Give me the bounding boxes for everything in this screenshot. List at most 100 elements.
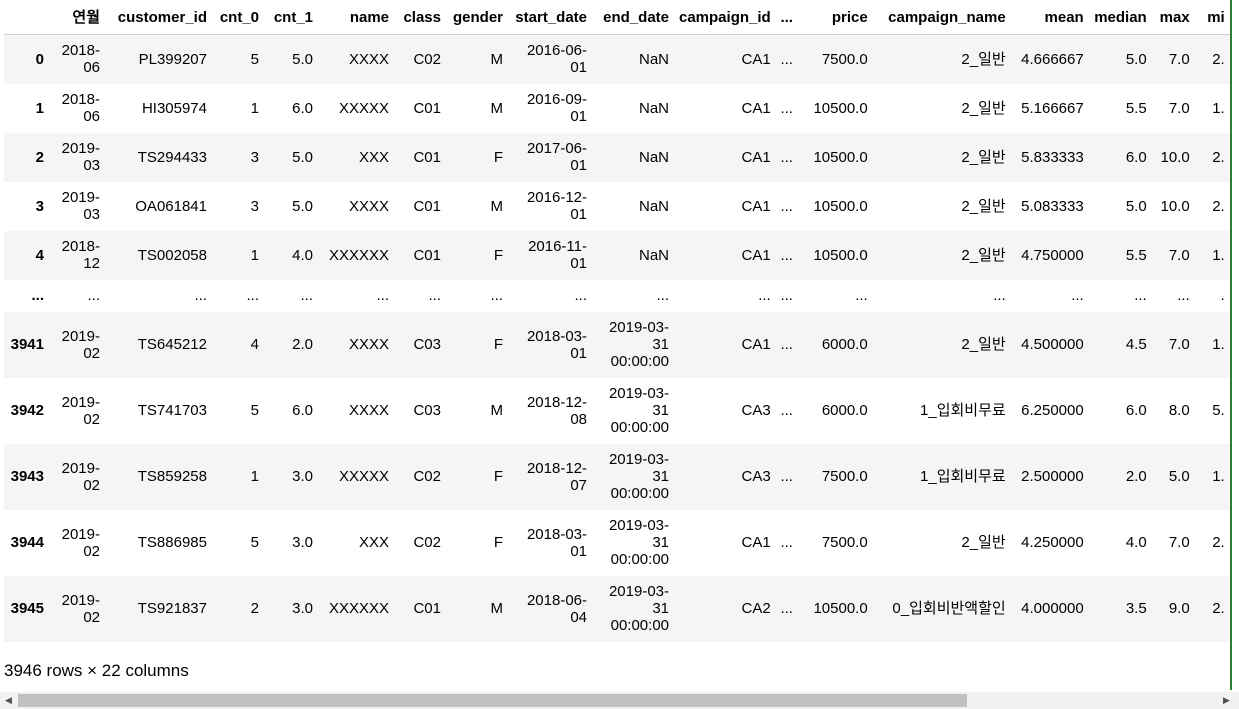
horizontal-scrollbar[interactable]: ◀ ▶ [0, 692, 1239, 709]
table-cell: 7.0 [1168, 336, 1190, 353]
table-cell: ... [656, 287, 669, 304]
table-cell: ... [428, 287, 441, 304]
table-cell: ... [194, 287, 207, 304]
table-cell: 2016-12-01 [526, 189, 587, 223]
table-cell: OA061841 [135, 197, 207, 215]
column-header: class [394, 0, 446, 35]
column-header: name [318, 0, 394, 35]
table-cell: XXXX [348, 197, 389, 215]
table-cell: 0_입회비반액할인 [892, 600, 1006, 617]
table-cell: C03 [413, 402, 441, 419]
row-index: 3942 [10, 402, 44, 419]
row-index: 3945 [10, 600, 44, 617]
table-cell: 3.0 [292, 600, 313, 617]
table-cell: 7500.0 [821, 50, 868, 68]
column-header: median [1088, 0, 1152, 35]
table-cell: NaN [638, 148, 669, 166]
output-divider [1230, 0, 1232, 690]
table-cell: 5.833333 [1021, 148, 1084, 166]
table-cell: 2 [250, 600, 259, 617]
table-row: 1 2018-06 HI305974 1 6.0 XXXXX C01 M 2016-09-01 N… [4, 84, 1230, 133]
table-cell: NaN [638, 197, 669, 215]
table-cell: ... [780, 600, 793, 617]
table-cell: 2_일반 [961, 99, 1006, 117]
table-cell: ... [780, 402, 793, 419]
right-arrow-icon[interactable]: ▶ [1218, 692, 1235, 709]
table-cell: 5.5 [1125, 246, 1147, 264]
table-cell: ... [780, 336, 793, 353]
table-cell: 7.0 [1168, 534, 1190, 551]
table-cell: ... [780, 50, 793, 68]
table-cell: 2018-06-04 [526, 591, 587, 626]
table-cell: 4.666667 [1021, 50, 1084, 68]
table-cell: XXXX [348, 336, 389, 353]
table-cell: 4.5 [1125, 336, 1147, 353]
table-cell: XXXXXX [328, 600, 389, 617]
table-cell: CA1 [741, 50, 771, 68]
table-cell: ... [574, 287, 587, 304]
table-cell: ... [993, 287, 1006, 304]
table-cell: TS921837 [137, 600, 207, 617]
table-cell: CA1 [741, 197, 771, 215]
table-cell: ... [780, 148, 793, 166]
table-cell: TS886985 [137, 534, 207, 551]
table-cell: 2018-12 [61, 238, 100, 272]
table-cell: XXXX [348, 402, 389, 419]
table-cell: 2_일반 [961, 197, 1006, 215]
table-cell: 7.0 [1168, 50, 1190, 68]
table-cell: CA1 [741, 148, 771, 166]
dataframe-shape-summary: 3946 rows × 22 columns [4, 661, 189, 680]
table-cell: C01 [413, 600, 441, 617]
table-cell: 2. [1212, 600, 1225, 617]
table-cell: 3.0 [292, 534, 313, 551]
table-row: 3942 2019-02 TS741703 5 6.0 XXXX C03 M 2018-12-0… [4, 378, 1230, 444]
table-cell: M [490, 402, 504, 419]
table-cell: XXXXXX [328, 246, 389, 264]
table-cell: ... [300, 287, 313, 304]
table-body: 0 2018-06 PL399207 5 5.0 XXXX C02 M 2016-06-01 Na… [4, 34, 1230, 642]
table-cell: NaN [638, 246, 669, 264]
table-cell: 10500.0 [813, 148, 868, 166]
dataframe-output: 연월 customer_id cnt_0 cnt_1 name class gender st… [4, 0, 1230, 642]
column-header: campaign_id [674, 0, 776, 35]
table-row: 3945 2019-02 TS921837 2 3.0 XXXXXX C01 M 2018-06… [4, 575, 1230, 642]
column-header: customer_id [105, 0, 212, 35]
table-cell: XXX [358, 534, 389, 551]
table-cell: 2_일반 [961, 50, 1006, 68]
table-row: 3941 2019-02 TS645212 4 2.0 XXXX C03 F 2018-03-0… [4, 311, 1230, 378]
table-cell: 4.500000 [1021, 336, 1084, 353]
table-cell: 2019-03 [61, 189, 100, 223]
table-cell: ... [490, 287, 503, 304]
table-cell: 2017-06-01 [526, 140, 587, 174]
table-cell: 1 [250, 246, 259, 264]
table-cell: ... [780, 468, 793, 485]
column-header: start_date [508, 0, 592, 35]
table-cell: F [493, 336, 503, 353]
scrollbar-thumb[interactable] [18, 694, 967, 707]
row-index: 3943 [10, 468, 44, 485]
column-header: gender [446, 0, 508, 35]
table-cell: XXX [358, 148, 389, 166]
table-cell: 2019-03-31 00:00:00 [608, 451, 669, 502]
table-cell: 5.0 [292, 50, 313, 68]
table-row: 3944 2019-02 TS886985 5 3.0 XXX C02 F 2018-03-01… [4, 510, 1230, 576]
table-cell: 2016-06-01 [526, 42, 587, 77]
table-cell: 2019-03-31 00:00:00 [608, 319, 669, 370]
table-row: ........................................… [4, 280, 1230, 312]
table-cell: 6000.0 [821, 402, 868, 419]
table-cell: 5.166667 [1021, 99, 1084, 117]
left-arrow-icon[interactable]: ◀ [0, 692, 17, 709]
table-cell: ... [780, 197, 793, 215]
table-cell: ... [780, 246, 793, 264]
table-cell: ... [780, 287, 793, 304]
table-cell: ... [87, 287, 100, 304]
table-cell: M [490, 99, 504, 117]
table-cell: 2016-11-01 [528, 238, 587, 272]
column-header: ... [775, 0, 798, 35]
table-cell: 4.750000 [1021, 246, 1084, 264]
table-cell: C01 [413, 148, 441, 166]
table-cell: 1. [1212, 336, 1225, 353]
table-cell: PL399207 [138, 50, 207, 68]
table-cell: 7.0 [1168, 246, 1190, 264]
column-header: cnt_1 [264, 0, 318, 35]
